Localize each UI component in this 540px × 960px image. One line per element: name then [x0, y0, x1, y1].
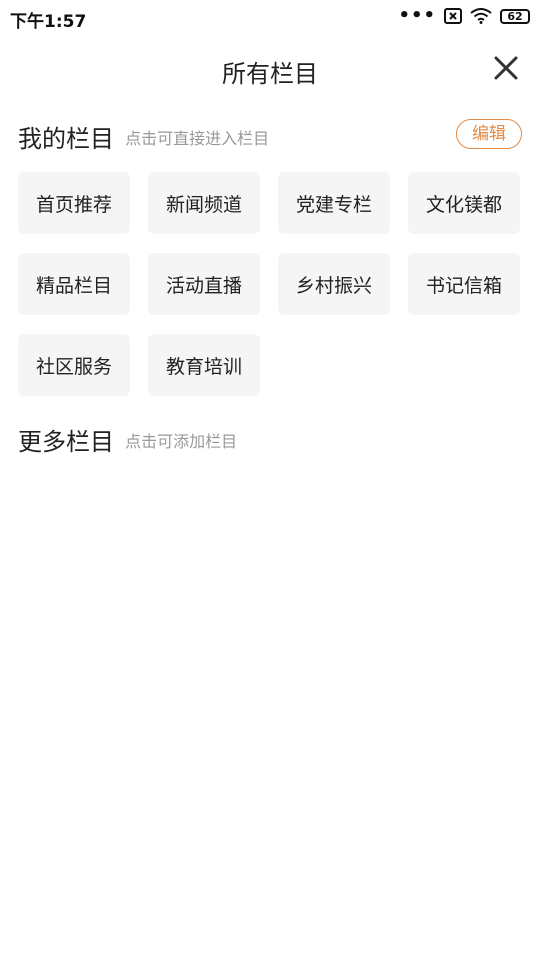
column-tile[interactable]: 新闻频道 [148, 172, 260, 234]
my-columns-header: 我的栏目 点击可直接进入栏目 编辑 [18, 119, 522, 155]
my-columns-hint: 点击可直接进入栏目 [125, 128, 270, 148]
more-dots-icon: ••• [398, 5, 436, 26]
column-tile[interactable]: 乡村振兴 [278, 253, 390, 315]
wifi-icon [470, 8, 492, 24]
more-columns-hint: 点击可添加栏目 [125, 431, 238, 451]
more-columns-header: 更多栏目 点击可添加栏目 [18, 422, 522, 458]
header: 所有栏目 [0, 46, 540, 94]
column-tile[interactable]: 文化镁都 [408, 172, 520, 234]
column-tile[interactable]: 首页推荐 [18, 172, 130, 234]
status-bar: 下午1:57 ••• 62 [0, 0, 540, 36]
page-title: 所有栏目 [222, 60, 318, 88]
status-time: 下午1:57 [10, 12, 87, 32]
column-tile[interactable]: 社区服务 [18, 334, 130, 396]
my-columns-grid: 首页推荐 新闻频道 党建专栏 文化镁都 精品栏目 活动直播 乡村振兴 书记信箱 … [18, 172, 522, 396]
status-icons: ••• 62 [398, 5, 530, 26]
sim-off-icon [444, 8, 462, 24]
my-columns-title: 我的栏目 [18, 125, 114, 153]
column-tile[interactable]: 教育培训 [148, 334, 260, 396]
column-tile[interactable]: 书记信箱 [408, 253, 520, 315]
edit-button[interactable]: 编辑 [456, 119, 522, 149]
column-tile[interactable]: 党建专栏 [278, 172, 390, 234]
battery-indicator: 62 [500, 8, 530, 24]
close-icon[interactable] [490, 52, 522, 84]
more-columns-title: 更多栏目 [18, 428, 114, 456]
column-tile[interactable]: 精品栏目 [18, 253, 130, 315]
column-tile[interactable]: 活动直播 [148, 253, 260, 315]
